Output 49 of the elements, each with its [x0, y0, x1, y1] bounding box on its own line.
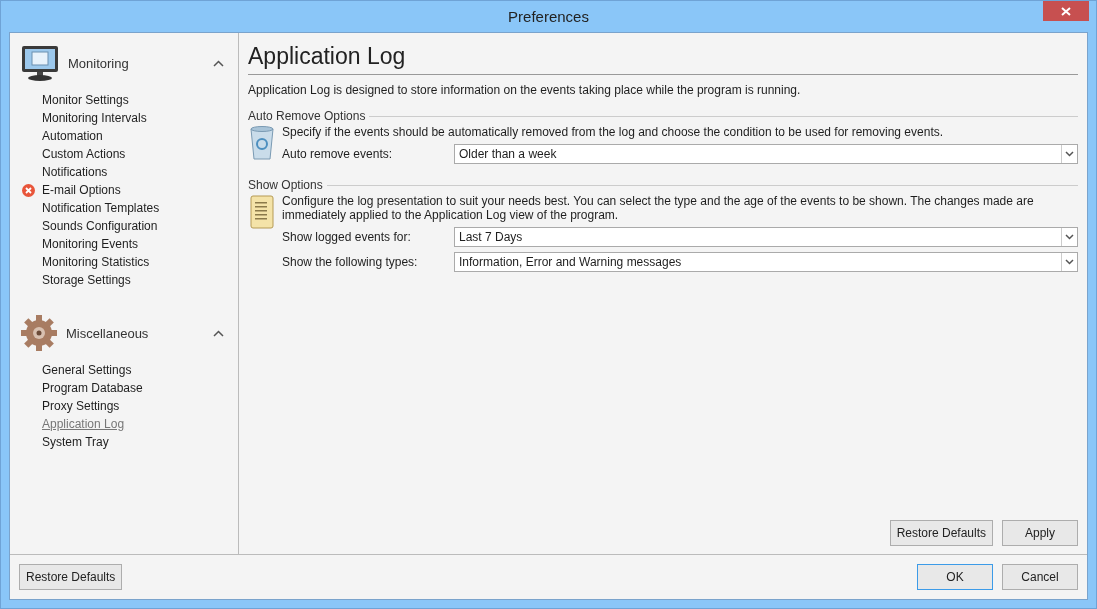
sidebar-link[interactable]: Automation	[42, 129, 103, 143]
chevron-up-icon	[213, 59, 224, 67]
dropdown-field[interactable]: Information, Error and Warning messages	[454, 252, 1078, 272]
dialog-button[interactable]: OK	[917, 564, 993, 590]
sidebar-link[interactable]: Monitoring Statistics	[42, 255, 150, 269]
sidebar-link[interactable]: Notification Templates	[42, 201, 160, 215]
dialog-button[interactable]: Cancel	[1002, 564, 1078, 590]
chevron-down-icon	[1065, 234, 1074, 240]
dropdown-field[interactable]: Last 7 Days	[454, 227, 1078, 247]
sidebar-link[interactable]: Program Database	[42, 381, 143, 395]
sidebar-link[interactable]: Monitor Settings	[42, 93, 129, 107]
chevron-down-icon	[1065, 259, 1074, 265]
sidebar-link[interactable]: Monitoring Intervals	[42, 111, 147, 125]
section-description: Specify if the events should be automatically removed from the log and choose the condition to be used for removing events.	[282, 125, 945, 139]
dropdown-field[interactable]: Older than a week	[454, 144, 1078, 164]
sidebar-link[interactable]: Sounds Configuration	[42, 219, 158, 233]
page-button[interactable]: Restore Defaults	[889, 520, 993, 546]
chevron-up-icon	[213, 329, 224, 337]
recycle-bin-icon	[248, 125, 276, 161]
section-title: Show Options	[248, 178, 323, 192]
gear-icon	[20, 314, 58, 352]
field-label: Show logged events for:	[282, 230, 412, 244]
restore-defaults-button[interactable]: Restore Defaults	[19, 564, 123, 590]
sidebar-link[interactable]: Notifications	[42, 165, 108, 179]
group-title: Miscellaneous	[66, 325, 150, 341]
close-button[interactable]	[1043, 1, 1089, 21]
close-icon	[1061, 6, 1071, 16]
group-title: Monitoring	[68, 55, 130, 71]
collapse-button[interactable]	[213, 329, 224, 337]
field-label: Auto remove events:	[282, 147, 394, 161]
window-title: Preferences	[508, 8, 589, 25]
sidebar-link[interactable]: Proxy Settings	[42, 399, 120, 413]
chevron-down-icon	[1065, 151, 1074, 157]
intro-text: Application Log is designed to store information on the events taking place while the program is running.	[248, 83, 802, 97]
page-button[interactable]: Apply	[1002, 520, 1078, 546]
sidebar-link[interactable]: Custom Actions	[42, 147, 126, 161]
section-title: Auto Remove Options	[248, 109, 366, 123]
sidebar-link[interactable]: Application Log	[42, 417, 125, 431]
field-label: Show the following types:	[282, 255, 419, 269]
section-description: Configure the log presentation to suit your needs best. You can select the type and the age of the events to be shown. The changes made are immediately applied to the Application Log view of the program.	[282, 194, 1035, 222]
sidebar-link[interactable]: General Settings	[42, 363, 132, 377]
sidebar-link[interactable]: Storage Settings	[42, 273, 131, 287]
sidebar-link[interactable]: Monitoring Events	[42, 237, 139, 251]
sidebar-link[interactable]: E-mail Options	[42, 183, 121, 197]
scroll-icon	[248, 194, 276, 230]
sidebar-link[interactable]: System Tray	[42, 435, 109, 449]
monitor-icon	[20, 44, 60, 82]
page-title: Application Log	[248, 43, 1078, 75]
collapse-button[interactable]	[213, 59, 224, 67]
